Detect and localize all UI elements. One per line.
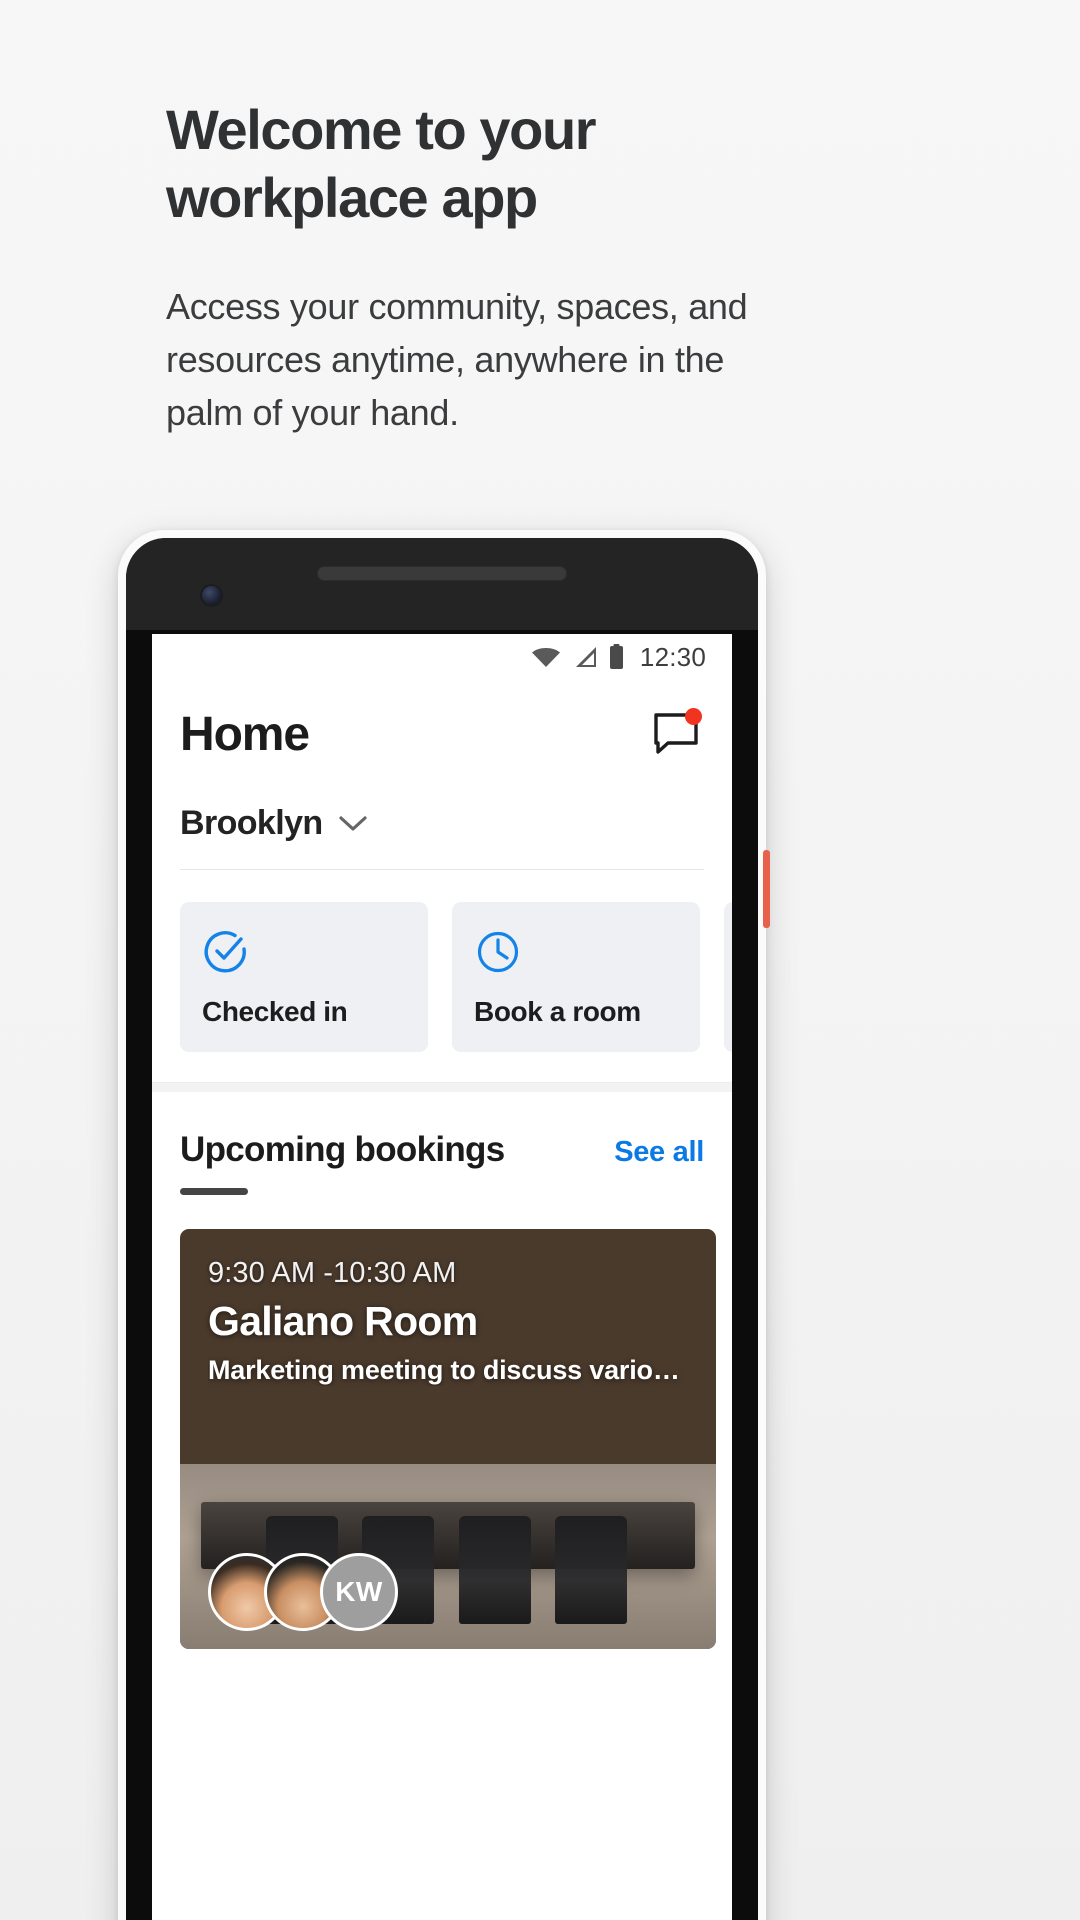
wifi-icon <box>531 648 560 667</box>
chevron-down-icon <box>338 815 367 831</box>
booking-card-overlay: 9:30 AM -10:30 AM Galiano Room Marketing… <box>208 1257 688 1386</box>
unread-badge <box>685 708 702 725</box>
chair <box>458 1515 531 1624</box>
section-underline <box>180 1188 248 1195</box>
location-name: Brooklyn <box>180 804 323 842</box>
section-separator <box>152 1082 732 1092</box>
status-bar-time: 12:30 <box>639 641 706 672</box>
phone-bezel: 12:30 Home Brooklyn Checked in Book a ro… <box>126 538 758 1920</box>
quick-action-book-a-room[interactable]: Book a room <box>452 902 700 1052</box>
promo-block: Welcome to your workplace app Access you… <box>166 96 786 439</box>
messages-button[interactable] <box>648 706 704 762</box>
screen-title: Home <box>180 707 310 761</box>
page-title: Welcome to your workplace app <box>166 98 597 229</box>
cellular-signal-icon <box>575 647 596 667</box>
status-bar: 12:30 <box>152 634 732 680</box>
clock-icon <box>477 931 519 973</box>
quick-action-label: Book a room <box>474 996 641 1027</box>
avatar-initials-label: KW <box>335 1576 383 1607</box>
avatar-initials[interactable]: KW <box>320 1553 398 1631</box>
quick-actions-carousel[interactable]: Checked in Book a room Book a desk <box>152 870 732 1052</box>
upcoming-bookings-header: Upcoming bookings See all <box>152 1092 732 1170</box>
quick-action-label: Checked in <box>202 996 348 1027</box>
phone-top-bezel <box>126 538 758 630</box>
bookings-carousel[interactable]: 9:30 AM -10:30 AM Galiano Room Marketing… <box>152 1195 732 1649</box>
booking-card[interactable]: 9:30 AM -10:30 AM Galiano Room Marketing… <box>180 1229 716 1649</box>
app-screen: 12:30 Home Brooklyn Checked in Book a ro… <box>152 634 732 1920</box>
booking-room-name: Galiano Room <box>208 1298 478 1344</box>
battery-icon <box>609 644 623 669</box>
see-all-link[interactable]: See all <box>614 1136 704 1169</box>
earpiece-speaker <box>317 566 567 581</box>
check-circle-icon <box>204 931 246 973</box>
location-selector[interactable]: Brooklyn <box>152 762 732 843</box>
quick-action-book-a-desk[interactable]: Book a desk <box>724 902 732 1052</box>
app-header: Home <box>152 680 732 762</box>
attendee-avatars[interactable]: KW <box>208 1553 398 1631</box>
front-camera <box>202 586 221 605</box>
chair <box>555 1515 628 1624</box>
booking-time: 9:30 AM -10:30 AM <box>208 1257 457 1289</box>
section-title: Upcoming bookings <box>180 1130 505 1169</box>
quick-action-checked-in[interactable]: Checked in <box>180 902 428 1052</box>
power-button[interactable] <box>763 850 770 928</box>
phone-mockup: 12:30 Home Brooklyn Checked in Book a ro… <box>118 530 770 1920</box>
booking-description: Marketing meeting to discuss various... <box>208 1355 688 1385</box>
promo-subtitle: Access your community, spaces, and resou… <box>166 286 748 433</box>
